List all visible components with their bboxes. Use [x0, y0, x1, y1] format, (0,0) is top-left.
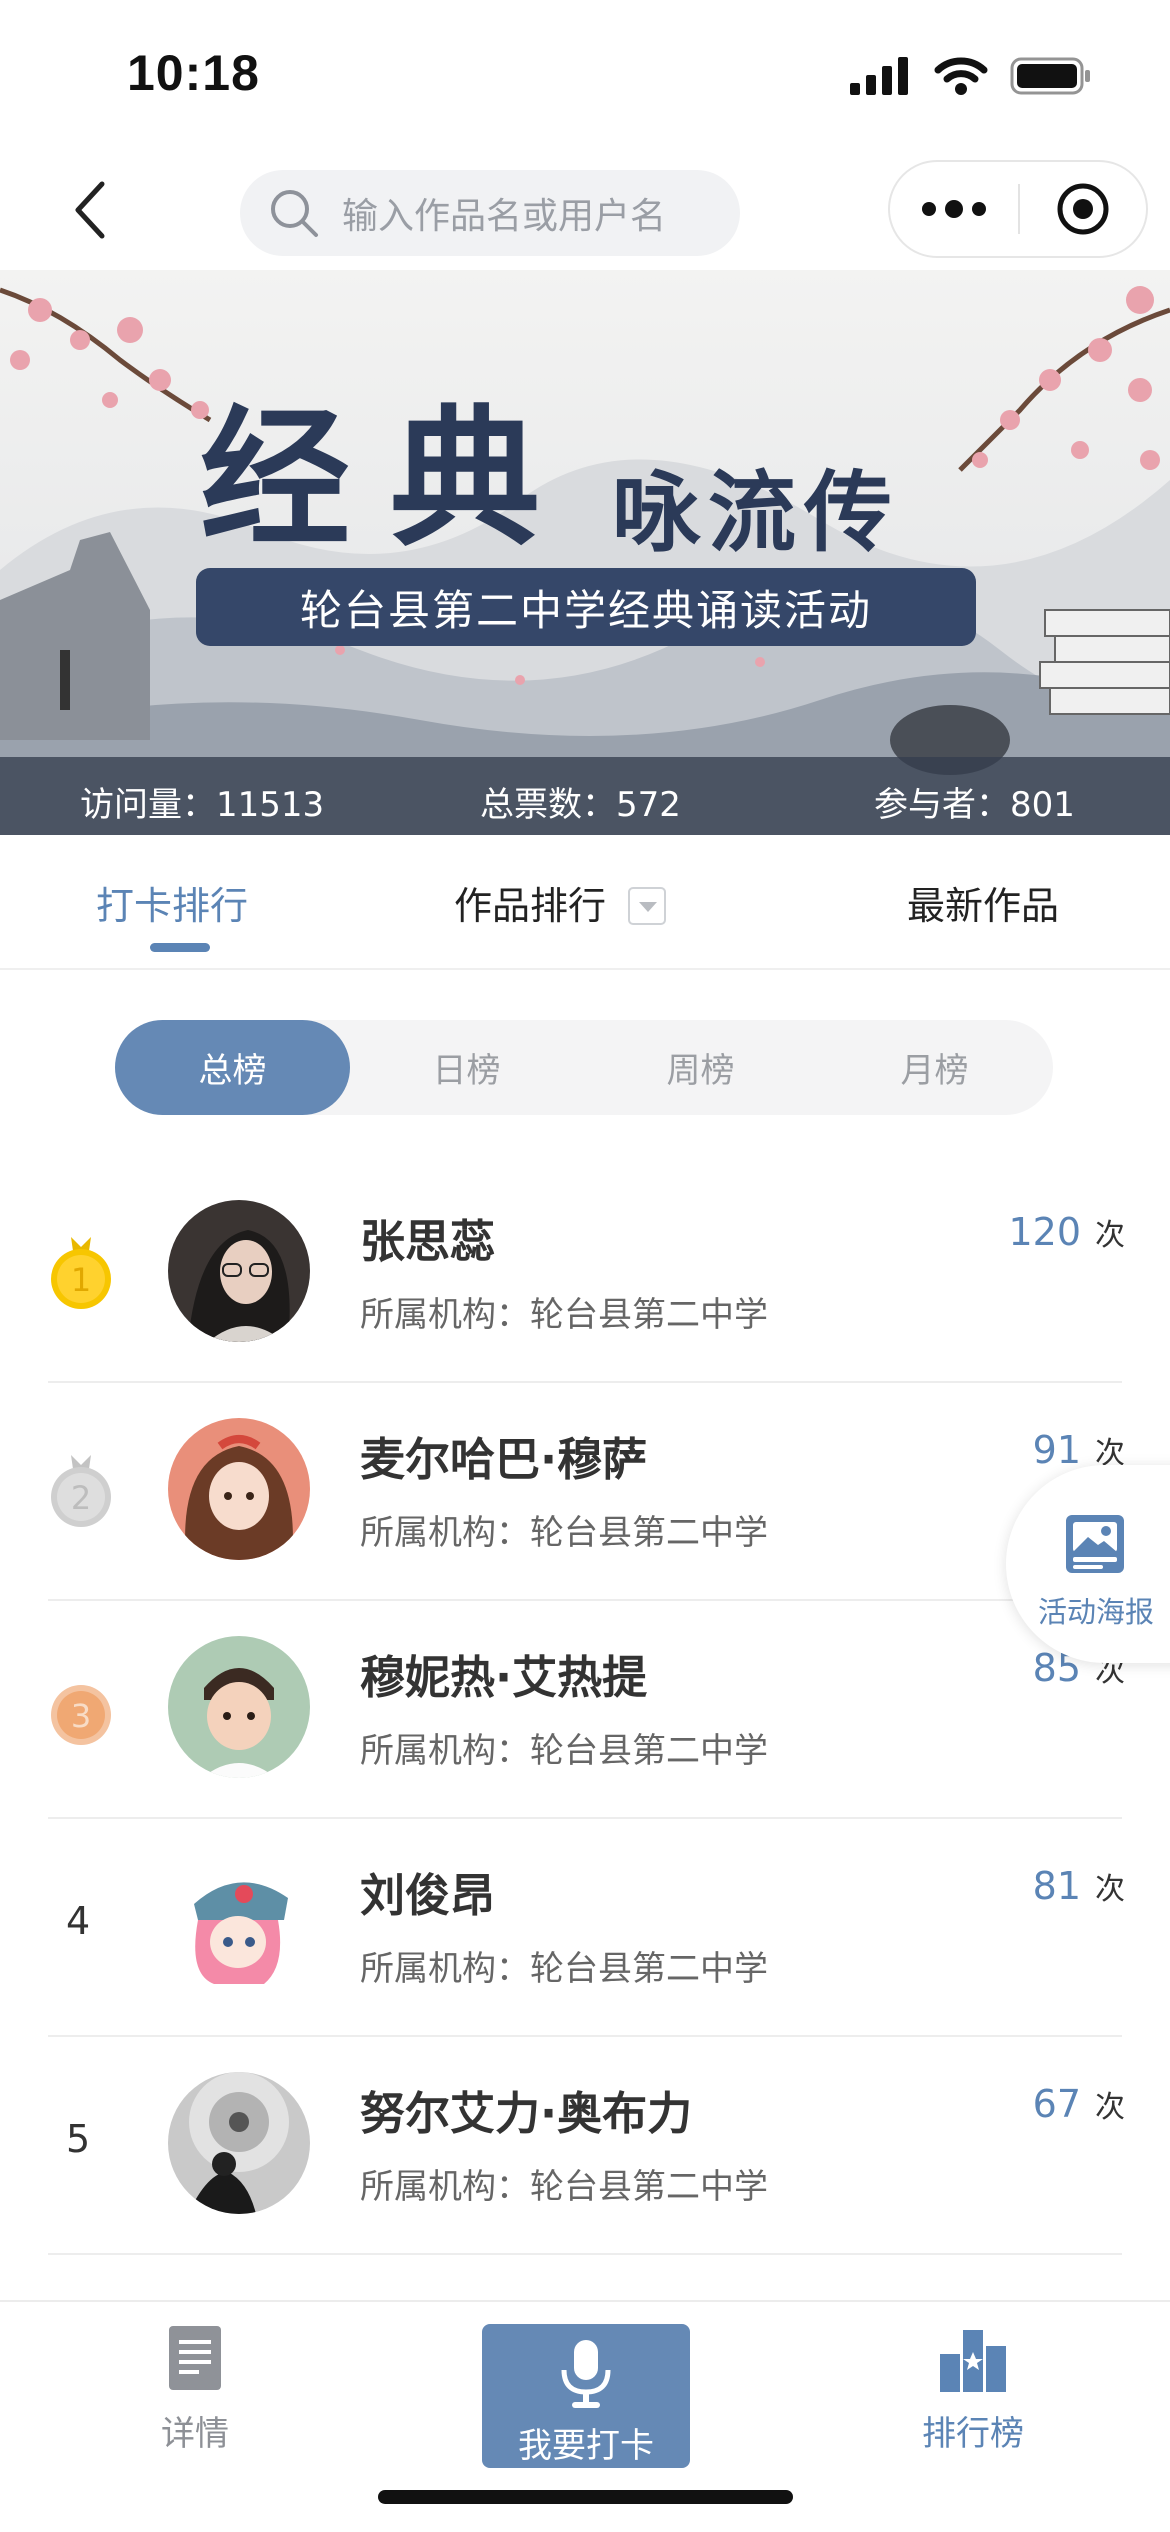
svg-text:2: 2	[71, 1479, 91, 1517]
count-unit: 次	[1095, 1218, 1125, 1253]
banner-subtitle: 轮台县第二中学经典诵读活动	[196, 568, 976, 646]
count-unit: 次	[1095, 1872, 1125, 1907]
tab-latest-works[interactable]: 最新作品	[907, 875, 1059, 930]
user-organization: 所属机构：轮台县第二中学	[360, 1513, 768, 1553]
row-divider	[48, 2253, 1122, 2255]
user-name: 穆妮热·艾热提	[360, 1651, 648, 1704]
user-organization: 所属机构：轮台县第二中学	[360, 1949, 768, 1989]
microphone-icon	[561, 2340, 611, 2408]
back-button[interactable]	[55, 175, 125, 245]
tab-works-ranking[interactable]: 作品排行	[454, 875, 667, 930]
ranking-row[interactable]: 2 麦尔哈巴·穆萨 所属机构：轮台县第二中学 91 次	[0, 1383, 1170, 1601]
document-icon	[169, 2326, 221, 2390]
count-unit: 次	[1095, 2090, 1125, 2125]
user-name: 努尔艾力·奥布力	[360, 2087, 693, 2140]
active-tab-indicator	[150, 943, 210, 952]
silver-medal-icon: 2	[51, 1455, 111, 1527]
ink-landscape-illustration	[0, 286, 1170, 835]
count-value: 67	[1032, 2082, 1081, 2126]
status-icons	[850, 56, 1092, 96]
search-input[interactable]: 输入作品名或用户名	[240, 170, 740, 256]
user-name: 麦尔哈巴·穆萨	[360, 1433, 648, 1486]
stat-label: 访问量：	[80, 785, 216, 825]
rank-number: 5	[66, 2117, 91, 2161]
stat-value: 801	[1010, 785, 1075, 825]
stat-label: 参与者：	[874, 785, 1010, 825]
checkin-count: 81 次	[1033, 1864, 1125, 1908]
ranking-row[interactable]: 3 穆妮热·艾热提 所属机构：轮台县第二中学 85 次	[0, 1601, 1170, 1819]
target-circle-icon	[1057, 183, 1109, 235]
ranking-list: 1 张思蕊 所属机构：轮台县第二中学 120 次 2 麦尔哈巴·穆萨 所属机构：…	[0, 1165, 1170, 2255]
stat-participants: 参与者：801	[874, 777, 1075, 826]
user-name: 刘俊昂	[360, 1869, 496, 1922]
miniprogram-capsule	[888, 160, 1148, 258]
activity-banner: 经典 咏流传 轮台县第二中学经典诵读活动 访问量：11513 总票数：572 参…	[0, 270, 1170, 835]
close-miniprogram-button[interactable]	[1020, 162, 1146, 256]
period-segmented-control: 总榜 日榜 周榜 月榜	[115, 1020, 1053, 1115]
home-indicator	[378, 2490, 793, 2504]
tab-label: 作品排行	[454, 884, 607, 928]
avatar[interactable]	[168, 1200, 310, 1342]
segment-monthly[interactable]: 月榜	[817, 1020, 1052, 1115]
tab-details-label: 详情	[161, 2414, 229, 2454]
banner-title-main: 经典	[200, 391, 581, 567]
user-organization: 所属机构：轮台县第二中学	[360, 1295, 768, 1335]
banner-title-sub: 咏流传	[612, 460, 901, 564]
more-button[interactable]	[890, 162, 1018, 256]
user-organization: 所属机构：轮台县第二中学	[360, 1731, 768, 1771]
wifi-icon	[934, 57, 988, 95]
battery-icon	[1010, 57, 1090, 95]
more-dots-icon	[922, 202, 936, 216]
svg-text:1: 1	[71, 1261, 91, 1299]
search-icon	[271, 190, 318, 237]
stat-value: 11513	[216, 785, 325, 825]
ranking-row[interactable]: 5 努尔艾力·奥布力 所属机构：轮台县第二中学 67 次	[0, 2037, 1170, 2255]
count-value: 120	[1008, 1210, 1081, 1254]
segment-weekly[interactable]: 周榜	[583, 1020, 818, 1115]
poster-image-icon	[1066, 1515, 1124, 1573]
segment-total[interactable]: 总榜	[115, 1020, 350, 1115]
status-time: 10:18	[127, 45, 260, 101]
checkin-button-label: 我要打卡	[518, 2426, 654, 2466]
avatar[interactable]	[168, 1854, 310, 1996]
tab-details[interactable]: 详情	[90, 2324, 300, 2455]
bronze-medal-icon: 3	[51, 1685, 111, 1745]
nav-bar: 输入作品名或用户名	[0, 150, 1170, 270]
stats-strip: 访问量：11513 总票数：572 参与者：801	[0, 757, 1170, 835]
count-value: 91	[1032, 1428, 1081, 1472]
rank-number: 4	[66, 1899, 91, 1943]
stat-label: 总票数：	[480, 785, 616, 825]
svg-text:3: 3	[71, 1697, 91, 1735]
avatar[interactable]	[168, 1636, 310, 1778]
user-organization: 所属机构：轮台县第二中学	[360, 2167, 768, 2207]
stat-visits: 访问量：11513	[80, 777, 324, 826]
search-placeholder: 输入作品名或用户名	[342, 196, 667, 237]
segment-daily[interactable]: 日榜	[349, 1020, 584, 1115]
ranking-row[interactable]: 4 刘俊昂 所属机构：轮台县第二中学 81 次	[0, 1819, 1170, 2037]
tab-checkin-ranking[interactable]: 打卡排行	[96, 875, 248, 930]
chevron-left-icon	[75, 181, 105, 239]
ranking-tabs: 打卡排行 作品排行 最新作品	[0, 835, 1170, 970]
stat-votes: 总票数：572	[480, 777, 681, 826]
count-value: 81	[1032, 1864, 1081, 1908]
status-bar: 10:18	[0, 0, 1170, 150]
ranking-row[interactable]: 1 张思蕊 所属机构：轮台县第二中学 120 次	[0, 1165, 1170, 1383]
stat-value: 572	[616, 785, 681, 825]
ranking-bars-icon	[940, 2330, 1006, 2392]
activity-poster-label: 活动海报	[1038, 1595, 1155, 1629]
checkin-button[interactable]: 我要打卡	[482, 2324, 690, 2468]
dropdown-caret-icon[interactable]	[628, 886, 667, 925]
user-name: 张思蕊	[360, 1215, 496, 1268]
avatar[interactable]	[168, 1418, 310, 1560]
tab-ranking-label: 排行榜	[922, 2414, 1024, 2454]
gold-medal-icon: 1	[51, 1237, 111, 1309]
tab-ranking[interactable]: 排行榜	[868, 2324, 1078, 2455]
cellular-signal-icon	[850, 57, 908, 95]
checkin-count: 120 次	[1008, 1210, 1125, 1254]
avatar[interactable]	[168, 2072, 310, 2214]
checkin-count: 67 次	[1033, 2082, 1125, 2126]
